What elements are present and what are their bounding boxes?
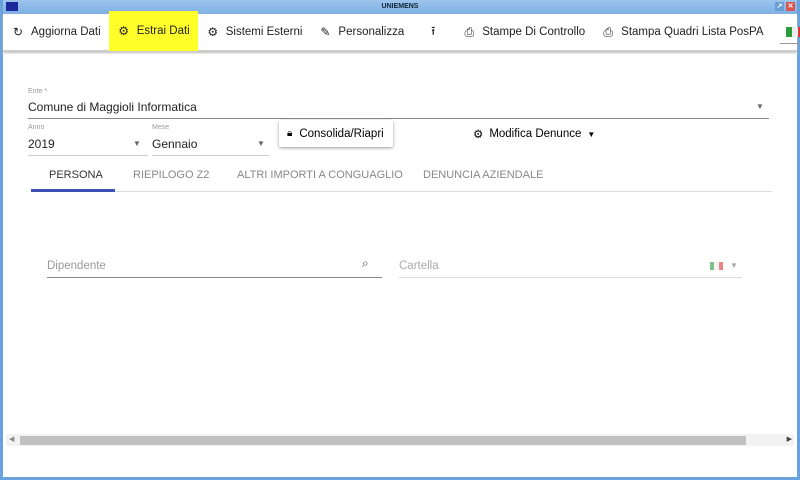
scroll-right-icon[interactable]: ▶ bbox=[787, 435, 792, 443]
tab-altri-importi[interactable]: ALTRI IMPORTI A CONGUAGLIO bbox=[237, 169, 403, 181]
sistemi-esterni-button[interactable]: ⚙ Sistemi Esterni bbox=[198, 13, 311, 51]
close-button[interactable]: ✕ bbox=[786, 2, 795, 11]
toolbar: ↻ Aggiorna Dati ⚙ Estrai Dati ⚙ Sistemi Est… bbox=[3, 11, 800, 52]
upload-icon: ⭱ bbox=[431, 23, 436, 38]
anno-underline bbox=[28, 155, 148, 156]
tab-persona[interactable]: PERSONA bbox=[49, 169, 103, 181]
button-label: Personalizza bbox=[338, 26, 405, 38]
personalizza-button[interactable]: ✎ Personalizza bbox=[310, 13, 412, 51]
cartella-input[interactable]: Cartella bbox=[399, 260, 439, 272]
gears-icon: ⚙ bbox=[207, 25, 219, 39]
refresh-icon: ↻ bbox=[12, 25, 24, 39]
ente-underline bbox=[28, 118, 769, 119]
mese-select[interactable]: Gennaio bbox=[152, 137, 197, 151]
stampa-quadri-button[interactable]: ⎙ Stampa Quadri Lista PosPA bbox=[593, 13, 771, 51]
upload-button[interactable]: ⭱ bbox=[412, 13, 454, 51]
chevron-down-icon[interactable]: ▼ bbox=[756, 102, 764, 111]
modifica-denunce-button[interactable]: ⚙ Modifica Denunce ▼ bbox=[473, 127, 595, 141]
scrollbar-thumb[interactable] bbox=[20, 436, 746, 445]
italy-flag-icon bbox=[710, 262, 723, 270]
button-label: Sistemi Esterni bbox=[225, 26, 303, 38]
dipendente-input[interactable]: Dipendente bbox=[47, 260, 106, 272]
scroll-left-icon[interactable]: ◀ bbox=[9, 435, 14, 443]
chevron-down-icon[interactable]: ▼ bbox=[257, 139, 265, 148]
button-label: Stampa Quadri Lista PosPA bbox=[621, 26, 764, 38]
pencil-icon: ✎ bbox=[320, 25, 331, 39]
tab-bar: PERSONA RIEPILOGO Z2 ALTRI IMPORTI A CON… bbox=[31, 160, 772, 192]
printer-icon: ⎙ bbox=[464, 24, 475, 39]
estrai-dati-button[interactable]: ⚙ Estrai Dati bbox=[108, 11, 198, 51]
gear-icon: ⚙ bbox=[118, 24, 130, 38]
button-label: Aggiorna Dati bbox=[31, 26, 101, 38]
button-label: Modifica Denunce bbox=[489, 128, 582, 140]
caret-down-icon: ▼ bbox=[587, 129, 596, 139]
consolida-riapri-button[interactable]: 🔒︎ Consolida/Riapri bbox=[279, 120, 393, 147]
mese-label: Mese bbox=[152, 124, 170, 131]
button-label: Stampe Di Controllo bbox=[482, 26, 586, 38]
ente-label: Ente * bbox=[28, 88, 48, 95]
tab-denuncia-aziendale[interactable]: DENUNCIA AZIENDALE bbox=[423, 169, 543, 181]
app-window: UNIEMENS ↗ ✕ ↻ Aggiorna Dati ⚙ Estrai Dati… bbox=[0, 0, 800, 480]
horizontal-scrollbar[interactable]: ◀ ▶ bbox=[6, 434, 794, 446]
cartella-underline bbox=[399, 277, 742, 278]
italy-flag-icon bbox=[785, 26, 800, 37]
search-icon[interactable]: ⌕ bbox=[362, 256, 369, 271]
anno-label: Anno bbox=[28, 124, 45, 131]
language-select[interactable]: ▼ bbox=[779, 20, 800, 44]
app-icon bbox=[6, 2, 18, 11]
printer-icon: ⎙ bbox=[603, 24, 613, 39]
tab-riepilogo-z2[interactable]: RIEPILOGO Z2 bbox=[133, 169, 209, 181]
button-label: Estrai Dati bbox=[136, 25, 190, 37]
anno-select[interactable]: 2019 bbox=[28, 137, 55, 151]
restore-button[interactable]: ↗ bbox=[775, 2, 784, 11]
window-title: UNIEMENS bbox=[381, 3, 419, 10]
aggiorna-dati-button[interactable]: ↻ Aggiorna Dati bbox=[3, 13, 109, 51]
gear-icon: ⚙ bbox=[473, 129, 484, 141]
chevron-down-icon[interactable]: ▼ bbox=[730, 261, 738, 270]
chevron-down-icon[interactable]: ▼ bbox=[133, 139, 141, 148]
lock-icon: 🔒︎ bbox=[287, 128, 293, 139]
stampe-di-controllo-button[interactable]: ⎙ Stampe Di Controllo bbox=[454, 13, 593, 51]
button-label: Consolida/Riapri bbox=[299, 127, 384, 140]
dipendente-underline bbox=[47, 277, 382, 278]
active-tab-indicator bbox=[31, 189, 115, 192]
ente-select[interactable]: Comune di Maggioli Informatica bbox=[28, 100, 197, 114]
mese-underline bbox=[152, 155, 269, 156]
